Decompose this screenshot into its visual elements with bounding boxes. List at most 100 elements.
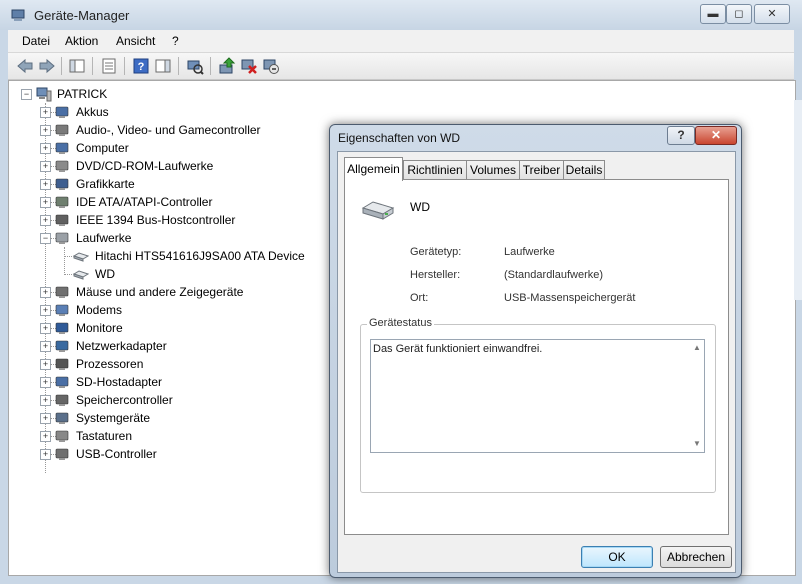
tab-volumes[interactable]: Volumes (466, 160, 520, 180)
tree-item-label[interactable]: USB-Controller (76, 445, 157, 463)
tab-details[interactable]: Details (563, 160, 605, 180)
toolbar-separator (124, 57, 125, 75)
dialog-close-button[interactable]: ✕ (695, 126, 737, 145)
show-hide-tree-icon[interactable] (68, 57, 86, 75)
back-icon[interactable] (16, 57, 34, 75)
computer-root-icon (36, 87, 52, 102)
device-category-icon (55, 412, 69, 424)
location-value: USB-Massenspeichergerät (504, 292, 636, 304)
toolbar-separator (92, 57, 93, 75)
tree-line (64, 256, 72, 257)
uninstall-icon[interactable] (240, 57, 258, 75)
tree-line (64, 274, 72, 275)
tree-item-label[interactable]: Laufwerke (76, 229, 131, 247)
tree-item-label[interactable]: Monitore (76, 319, 123, 337)
device-category-icon (55, 448, 69, 460)
window-title: Geräte-Manager (34, 8, 130, 23)
tree-item-label[interactable]: Systemgeräte (76, 409, 150, 427)
root-collapse-toggle[interactable]: − (21, 89, 32, 100)
device-category-icon (55, 214, 69, 226)
device-category-icon (55, 430, 69, 442)
maximize-button[interactable]: ◻ (726, 4, 752, 24)
tree-item-label[interactable]: Tastaturen (76, 427, 132, 445)
menu-bar: Datei Aktion Ansicht ? (8, 30, 794, 53)
device-category-icon (55, 376, 69, 388)
scroll-down-icon[interactable]: ▼ (692, 439, 702, 449)
drive-icon (361, 201, 395, 220)
tree-item-label[interactable]: Speichercontroller (76, 391, 173, 409)
tab-allgemein[interactable]: Allgemein (344, 157, 403, 181)
device-status-textbox[interactable]: Das Gerät funktioniert einwandfrei. ▲ ▼ (370, 339, 705, 453)
tree-item-label[interactable]: IEEE 1394 Bus-Hostcontroller (76, 211, 235, 229)
update-driver-icon[interactable] (218, 57, 236, 75)
device-category-icon (55, 196, 69, 208)
toolbar-separator (210, 57, 211, 75)
device-category-icon (55, 124, 69, 136)
scan-hardware-icon[interactable] (186, 57, 204, 75)
dialog-help-button[interactable]: ? (667, 126, 695, 145)
device-category-icon (55, 322, 69, 334)
device-status-text: Das Gerät funktioniert einwandfrei. (373, 343, 543, 355)
tree-root-label[interactable]: PATRICK (57, 85, 107, 103)
tab-treiber[interactable]: Treiber (519, 160, 564, 180)
tree-item-label[interactable]: Audio-, Video- und Gamecontroller (76, 121, 261, 139)
menu-aktion[interactable]: Aktion (65, 34, 98, 48)
main-scrollbar[interactable] (794, 100, 802, 300)
menu-ansicht[interactable]: Ansicht (116, 34, 155, 48)
tree-item-label[interactable]: DVD/CD-ROM-Laufwerke (76, 157, 213, 175)
tree-item-label[interactable]: Netzwerkadapter (76, 337, 167, 355)
drive-node-icon (73, 252, 89, 262)
tree-item-label[interactable]: WD (95, 265, 115, 283)
minimize-button[interactable]: ▬ (700, 4, 726, 24)
dialog-title: Eigenschaften von WD (338, 131, 461, 145)
location-label: Ort: (410, 292, 429, 304)
svg-text:?: ? (138, 61, 145, 73)
forward-icon[interactable] (38, 57, 56, 75)
device-category-icon (55, 142, 69, 154)
device-status-group: Gerätestatus Das Gerät funktioniert einw… (360, 317, 716, 493)
drive-node-icon (73, 270, 89, 280)
scroll-up-icon[interactable]: ▲ (692, 343, 702, 353)
device-category-icon (55, 106, 69, 118)
show-hide-action-pane-icon[interactable] (154, 57, 172, 75)
menu-help[interactable]: ? (172, 34, 179, 48)
device-category-icon (55, 304, 69, 316)
device-category-icon (55, 286, 69, 298)
tab-richtlinien[interactable]: Richtlinien (403, 160, 467, 180)
device-type-label: Gerätetyp: (410, 246, 462, 258)
tree-item-label[interactable]: Grafikkarte (76, 175, 135, 193)
tree-item-label[interactable]: Mäuse und andere Zeigegeräte (76, 283, 243, 301)
tree-item-label[interactable]: Modems (76, 301, 122, 319)
manufacturer-label: Hersteller: (410, 269, 461, 281)
ok-button[interactable]: OK (581, 546, 653, 568)
tree-item-label[interactable]: IDE ATA/ATAPI-Controller (76, 193, 212, 211)
tree-item-label[interactable]: Prozessoren (76, 355, 143, 373)
device-category-icon (55, 394, 69, 406)
tree-item-label[interactable]: Hitachi HTS541616J9SA00 ATA Device (95, 247, 305, 265)
manufacturer-value: (Standardlaufwerke) (504, 269, 604, 281)
toolbar-separator (61, 57, 62, 75)
device-category-icon (55, 160, 69, 172)
enable-device-icon[interactable] (262, 57, 280, 75)
properties-dialog: Eigenschaften von WD ? ✕ Allgemein Richt… (329, 124, 742, 578)
tree-item-label[interactable]: Computer (76, 139, 129, 157)
device-manager-icon (11, 9, 25, 21)
title-bar: Geräte-Manager ▬ ◻ ✕ (0, 0, 802, 30)
device-category-icon (55, 358, 69, 370)
help-icon[interactable]: ? (132, 57, 150, 75)
device-category-icon (55, 232, 69, 244)
tree-item-label[interactable]: Akkus (76, 103, 109, 121)
device-type-value: Laufwerke (504, 246, 555, 258)
menu-datei[interactable]: Datei (22, 34, 50, 48)
device-name: WD (410, 200, 430, 214)
device-category-icon (55, 340, 69, 352)
properties-icon[interactable] (100, 57, 118, 75)
toolbar: ? (8, 53, 794, 80)
dialog-body: Allgemein Richtlinien Volumes Treiber De… (337, 151, 736, 573)
close-button[interactable]: ✕ (754, 4, 790, 24)
tree-line (64, 247, 65, 275)
tree-item-label[interactable]: SD-Hostadapter (76, 373, 162, 391)
toolbar-separator (178, 57, 179, 75)
cancel-button[interactable]: Abbrechen (660, 546, 732, 568)
device-status-title: Gerätestatus (367, 317, 434, 329)
